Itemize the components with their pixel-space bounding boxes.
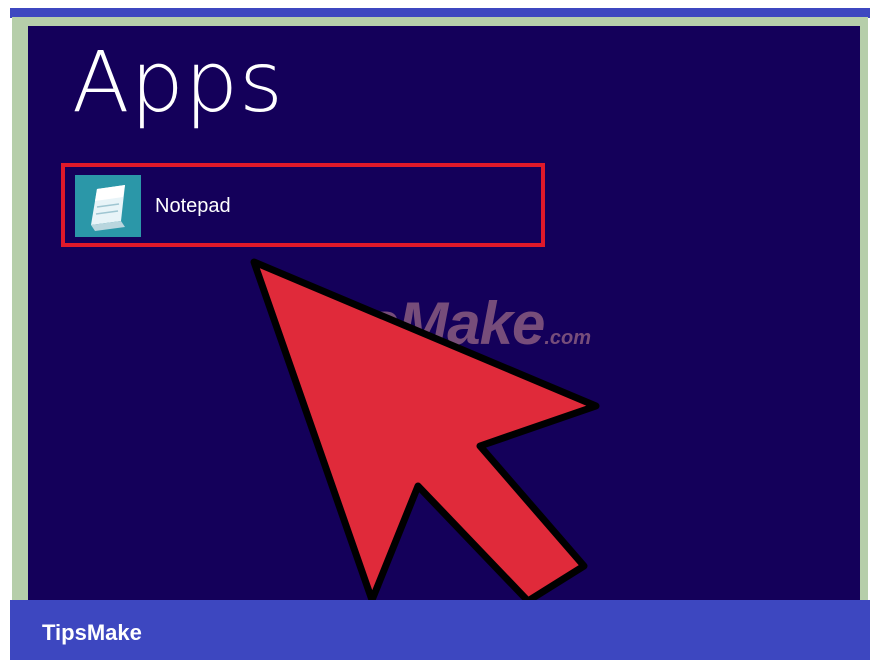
illustration-frame: Apps Notepad TipsMake.com TipsMake [0,0,870,660]
start-screen: Apps Notepad TipsMake.com [28,26,860,606]
footer-bar: TipsMake [10,600,870,660]
arrow-pointer-icon [250,258,600,605]
footer-brand: TipsMake [42,620,142,645]
